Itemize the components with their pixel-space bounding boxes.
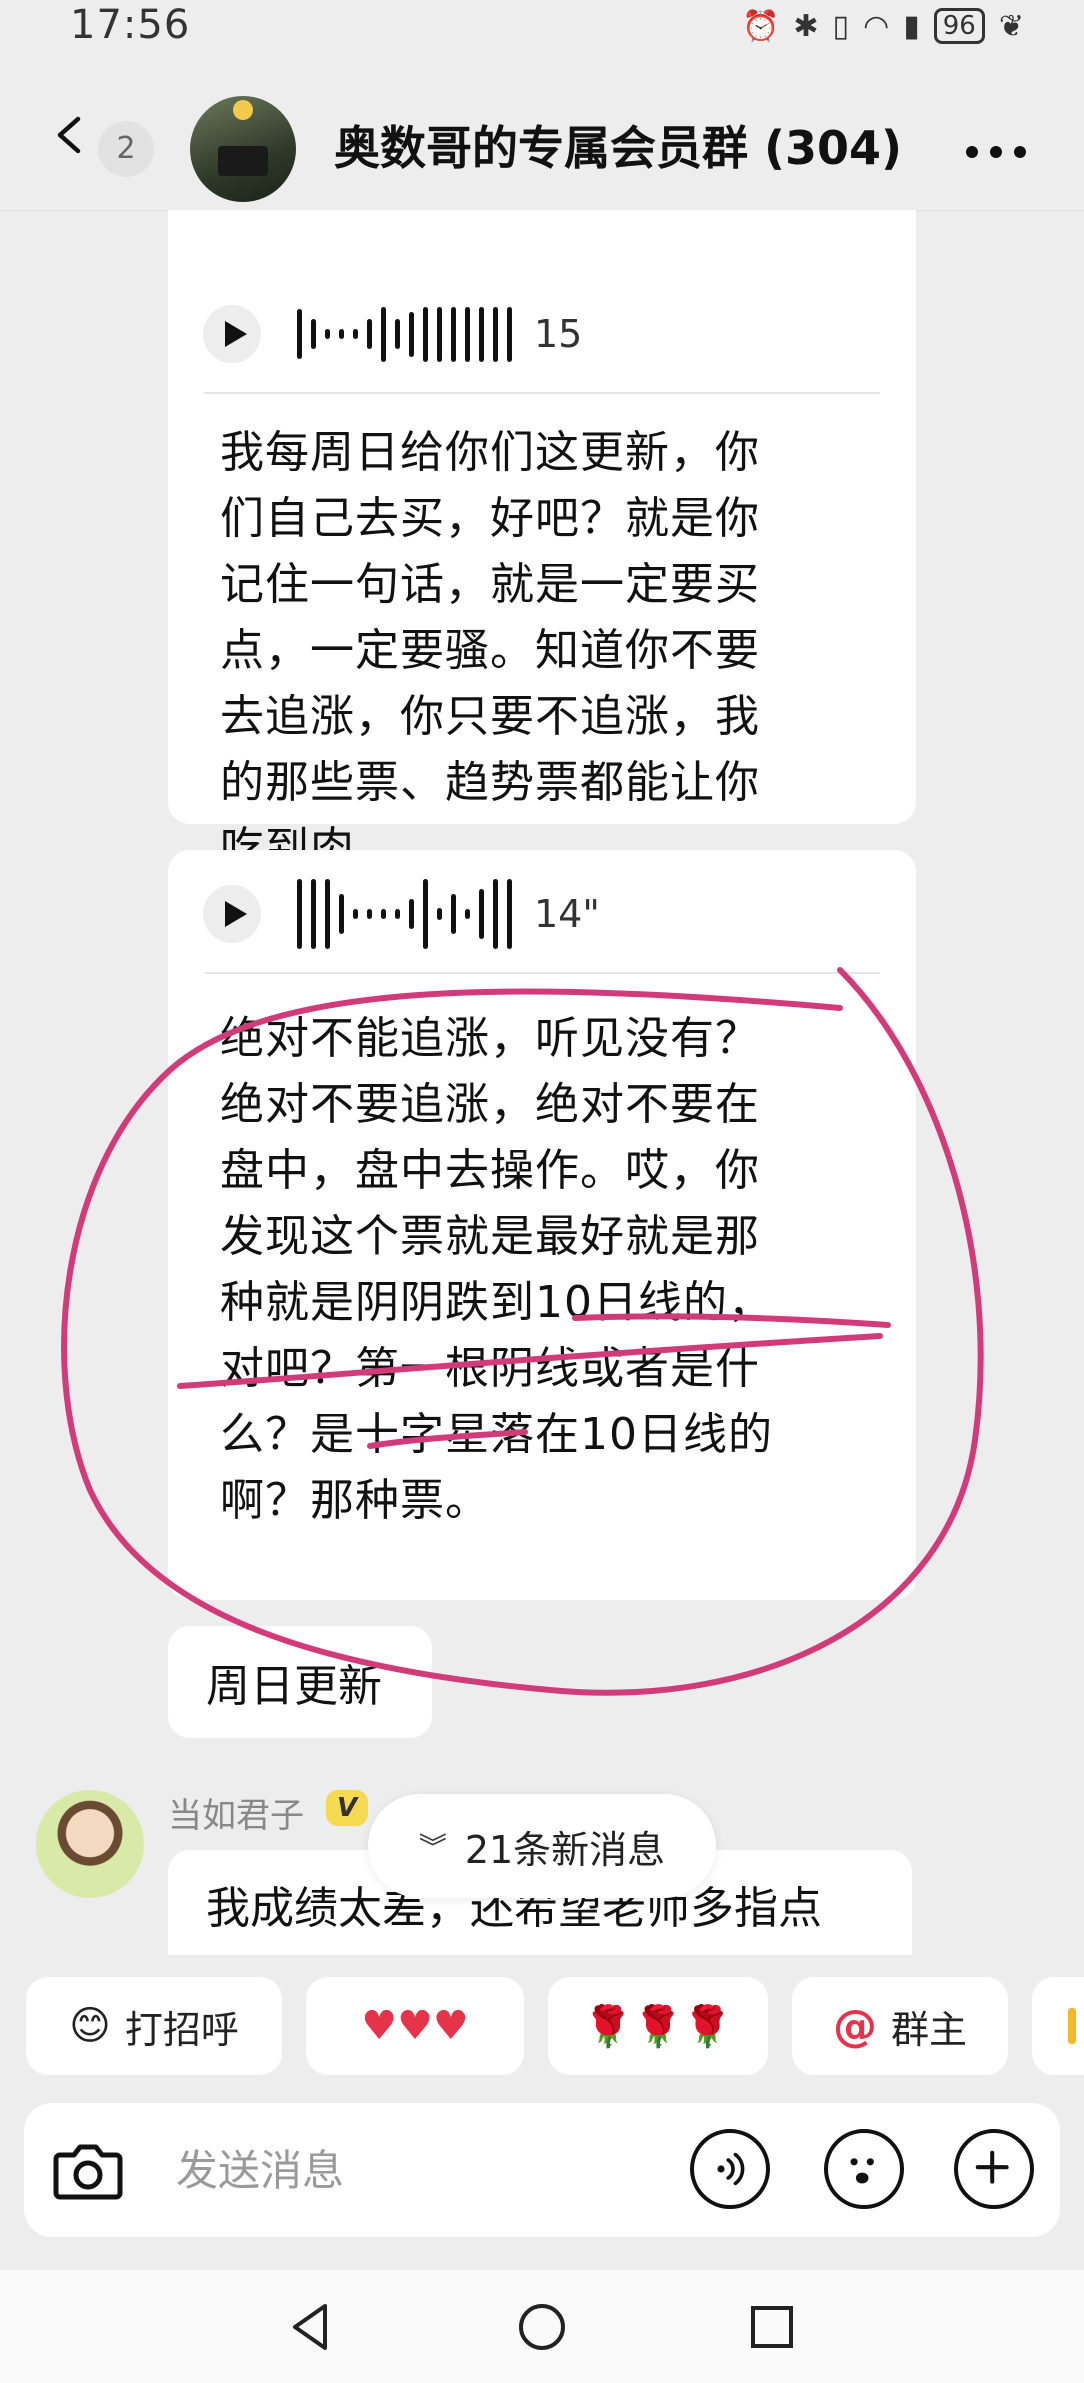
bluetooth-icon: ✱: [793, 8, 819, 44]
roses-emoji-icon: 🌹🌹🌹: [583, 2003, 733, 2050]
group-title[interactable]: 奥数哥的专属会员群 (304): [334, 112, 902, 178]
back-arrow-icon[interactable]: [50, 115, 90, 155]
nav-recents-icon[interactable]: [745, 2300, 799, 2354]
voice-duration: 14": [534, 892, 600, 936]
quick-reply-roses-button[interactable]: 🌹🌹🌹: [548, 1977, 768, 2075]
unread-count-badge[interactable]: 2: [98, 121, 154, 177]
nav-back-icon[interactable]: [285, 2300, 339, 2354]
new-messages-label: 21条新消息: [464, 1827, 666, 1872]
nav-home-icon[interactable]: [515, 2300, 569, 2354]
status-bar: 17:56 ⏰ ✱ ▯ ◠ ▮ 96 ❦: [0, 0, 1084, 60]
voice-message-bubble[interactable]: 14" 绝对不能追涨，听见没有？ 绝对不要追涨，绝对不要在 盘中，盘中去操作。哎…: [168, 850, 916, 1600]
quick-reply-more-button[interactable]: [1032, 1977, 1084, 2075]
system-nav-bar: [0, 2270, 1084, 2383]
play-icon[interactable]: [203, 885, 261, 943]
message-input-bar: [24, 2103, 1060, 2237]
sender-name: 当如君子: [168, 1796, 304, 1836]
vibrate-icon: ▯: [832, 8, 850, 44]
wave-emoji-icon: 😊: [69, 2003, 111, 2049]
voice-duration: 15: [534, 312, 583, 356]
voice-message-bubble[interactable]: 15 我每周日给你们这更新，你 们自己去买，好吧？就是你 记住一句话，就是一定要…: [168, 210, 916, 874]
signal-icon: ▮: [903, 8, 920, 44]
status-icons: ⏰ ✱ ▯ ◠ ▮ 96 ❦: [742, 8, 1024, 44]
alarm-icon: ⏰: [742, 8, 780, 44]
plus-icon[interactable]: [954, 2129, 1034, 2209]
quick-reply-bar: 😊 打招呼 ♥♥♥ 🌹🌹🌹 @ 群主: [0, 1955, 1084, 2075]
new-messages-button[interactable]: ︾ 21条新消息: [368, 1794, 716, 1898]
quick-reply-hearts-button[interactable]: ♥♥♥: [306, 1977, 524, 2075]
quick-reply-at-owner-button[interactable]: @ 群主: [792, 1977, 1008, 2075]
divider: [204, 972, 880, 974]
voice-player[interactable]: 15: [203, 294, 582, 374]
camera-icon[interactable]: [50, 2133, 126, 2209]
emoji-icon[interactable]: [824, 2129, 904, 2209]
voice-input-icon[interactable]: [690, 2129, 770, 2209]
sender-avatar[interactable]: [36, 1790, 144, 1898]
status-time: 17:56: [70, 2, 191, 48]
voice-transcript: 我每周日给你们这更新，你 们自己去买，好吧？就是你 记住一句话，就是一定要买 点…: [220, 427, 760, 874]
hearts-emoji-icon: ♥♥♥: [361, 2003, 469, 2049]
wifi-icon: ◠: [863, 8, 890, 44]
group-avatar[interactable]: [190, 96, 296, 202]
leaf-icon: ❦: [998, 8, 1024, 44]
play-icon[interactable]: [203, 305, 261, 363]
voice-player[interactable]: 14": [203, 874, 600, 954]
message-input[interactable]: [174, 2137, 678, 2203]
waveform-icon: [297, 874, 512, 954]
divider: [204, 392, 880, 394]
text-message-bubble[interactable]: 周日更新: [168, 1626, 432, 1738]
battery-icon: 96: [933, 8, 985, 44]
vip-badge: V: [326, 1790, 368, 1826]
at-icon: @: [832, 2000, 877, 2052]
vip-crown-icon: [233, 100, 253, 120]
waveform-icon: [297, 294, 512, 374]
chevron-down-icon: ︾: [418, 1831, 447, 1864]
chat-message-list[interactable]: 15 我每周日给你们这更新，你 们自己去买，好吧？就是你 记住一句话，就是一定要…: [0, 210, 1084, 1955]
quick-reply-greet-button[interactable]: 😊 打招呼: [26, 1977, 282, 2075]
chat-header: 2 奥数哥的专属会员群 (304): [0, 60, 1084, 211]
more-options-icon[interactable]: [966, 146, 1036, 162]
car-image: [218, 146, 268, 176]
voice-transcript: 绝对不能追涨，听见没有？ 绝对不要追涨，绝对不要在 盘中，盘中去操作。哎，你 发…: [220, 1013, 773, 1526]
message-text: 周日更新: [206, 1661, 382, 1712]
partial-button-icon: [1068, 2008, 1076, 2044]
